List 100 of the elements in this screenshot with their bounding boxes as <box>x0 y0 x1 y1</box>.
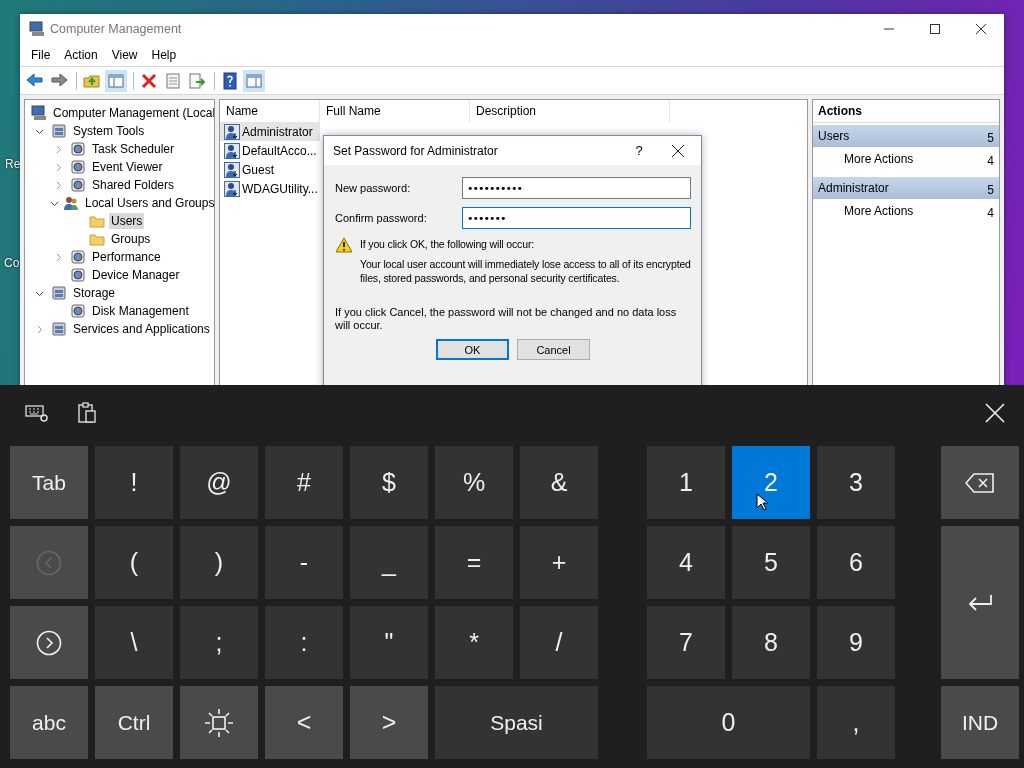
user-list-item[interactable]: Guest <box>220 160 320 179</box>
keyboard-key[interactable]: , <box>817 686 895 759</box>
keyboard-key[interactable]: # <box>265 446 343 519</box>
keyboard-key[interactable]: Spasi <box>435 686 598 759</box>
close-icon <box>672 144 684 157</box>
mouse-pointer-icon <box>756 493 768 511</box>
tree-item[interactable]: Services and Applications <box>71 321 212 337</box>
cancel-note: If you click Cancel, the password will not be changed and no data loss will occur. <box>335 306 678 332</box>
keyboard-key[interactable] <box>10 606 88 679</box>
help-button[interactable]: ? <box>627 143 651 158</box>
field-label: New password: <box>335 182 412 194</box>
keyboard-key[interactable]: 8 <box>732 606 810 679</box>
dialog-button[interactable]: OK <box>436 339 509 360</box>
keyboard-key[interactable]: 5 <box>732 526 810 599</box>
keyboard-key[interactable]: = <box>435 526 513 599</box>
keyboard-key[interactable]: / <box>520 606 598 679</box>
tool-icon <box>70 177 86 193</box>
tree-item[interactable]: Device Manager <box>90 267 182 283</box>
user-icon <box>224 142 240 159</box>
keyboard-key[interactable]: % <box>435 446 513 519</box>
keyboard-key[interactable]: + <box>520 526 598 599</box>
action-group-header[interactable]: Users 5 <box>813 125 999 147</box>
user-list-item[interactable]: DefaultAcco... <box>220 141 320 160</box>
user-list-item[interactable]: Administrator <box>220 122 320 141</box>
column-header[interactable]: Description <box>470 100 670 122</box>
password-field[interactable]: ••••••• <box>462 207 691 229</box>
tree-item[interactable]: Storage <box>71 285 118 301</box>
tree-item[interactable]: Shared Folders <box>90 177 177 193</box>
tool-icon <box>70 303 86 319</box>
help-icon <box>221 71 239 90</box>
close-icon <box>985 402 1005 423</box>
user-icon <box>224 180 240 197</box>
tool-icon <box>70 141 86 157</box>
keyboard-key[interactable]: _ <box>350 526 428 599</box>
keyboard-key[interactable]: < <box>265 686 343 759</box>
keyboard-key[interactable]: 3 <box>817 446 895 519</box>
users-icon <box>63 195 79 211</box>
tools-icon <box>51 285 67 301</box>
keyboard-key[interactable]: 4 <box>647 526 725 599</box>
pane-icon <box>107 71 125 90</box>
keyboard-key[interactable]: Ctrl <box>95 686 173 759</box>
warning-title: If you click OK, the following will occur: <box>360 237 535 251</box>
keyboard-key[interactable]: : <box>265 606 343 679</box>
menu-item[interactable]: Action <box>57 48 105 62</box>
menu-item[interactable]: Help <box>144 48 184 62</box>
password-field[interactable]: •••••••••• <box>462 177 691 199</box>
delete-icon <box>140 71 158 90</box>
keyboard-key[interactable]: ( <box>95 526 173 599</box>
warning-text: Your local user account will immediately lose access to all of its encrypted files, stored passwords, and personal security certificates. <box>360 257 691 285</box>
keyboard-key[interactable]: Tab <box>10 446 88 519</box>
menu-item[interactable]: File <box>24 48 58 62</box>
tool-icon <box>70 249 86 265</box>
tree-item[interactable]: Task Scheduler <box>90 141 177 157</box>
dialog-button[interactable]: Cancel <box>517 339 590 360</box>
tree-item[interactable]: System Tools <box>71 123 147 139</box>
keyboard-key[interactable]: ) <box>180 526 258 599</box>
keyboard-key[interactable]: ; <box>180 606 258 679</box>
action-group-header[interactable]: Administrator 5 <box>813 177 999 199</box>
tool-icon <box>70 159 86 175</box>
keyboard-key[interactable]: ! <box>95 446 173 519</box>
user-list-item[interactable]: WDAGUtility... <box>220 179 320 198</box>
keyboard-key[interactable]: " <box>350 606 428 679</box>
column-header[interactable]: Full Name <box>320 100 470 122</box>
tree-item[interactable]: Computer Management (Local <box>51 105 214 121</box>
keyboard-key[interactable]: IND <box>941 686 1019 759</box>
keyboard-key[interactable]: 6 <box>817 526 895 599</box>
keyboard-key[interactable]: * <box>435 606 513 679</box>
computer-icon <box>31 105 47 121</box>
keyboard-key[interactable]: \ <box>95 606 173 679</box>
keyboard-key[interactable]: abc <box>10 686 88 759</box>
keyboard-key[interactable]: 1 <box>647 446 725 519</box>
keyboard-key[interactable]: 0 <box>647 686 810 759</box>
keyboard-key[interactable]: - <box>265 526 343 599</box>
tools-icon <box>51 123 67 139</box>
action-item[interactable]: More Actions 4 <box>813 147 999 171</box>
keyboard-key[interactable] <box>180 686 258 759</box>
keyboard-key[interactable]: @ <box>180 446 258 519</box>
keyboard-key[interactable]: 9 <box>817 606 895 679</box>
tree-item[interactable]: Disk Management <box>90 303 191 319</box>
tree-item[interactable]: Groups <box>109 231 153 247</box>
keyboard-key[interactable] <box>941 446 1019 519</box>
action-item[interactable]: More Actions 4 <box>813 199 999 223</box>
desktop-icon-label[interactable]: Co <box>4 256 20 270</box>
tree-item[interactable]: Users <box>109 213 145 229</box>
warning-icon <box>335 237 353 253</box>
keyboard-key[interactable]: & <box>520 446 598 519</box>
tree-item[interactable]: Event Viewer <box>90 159 165 175</box>
folder-icon <box>89 213 105 229</box>
tree-item[interactable]: Performance <box>90 249 163 265</box>
keyboard-key[interactable]: 7 <box>647 606 725 679</box>
keyboard-gear-icon <box>25 402 49 423</box>
tree-item[interactable]: Local Users and Groups <box>83 195 214 211</box>
menu-item[interactable]: View <box>104 48 145 62</box>
keyboard-key[interactable]: > <box>350 686 428 759</box>
clipboard-icon <box>76 400 98 425</box>
keyboard-key[interactable]: $ <box>350 446 428 519</box>
keyboard-key[interactable]: 2 <box>732 446 810 519</box>
desktop-icon-label[interactable]: Re <box>5 157 21 171</box>
close-icon <box>976 24 986 34</box>
forward-arrow-icon <box>50 71 68 90</box>
